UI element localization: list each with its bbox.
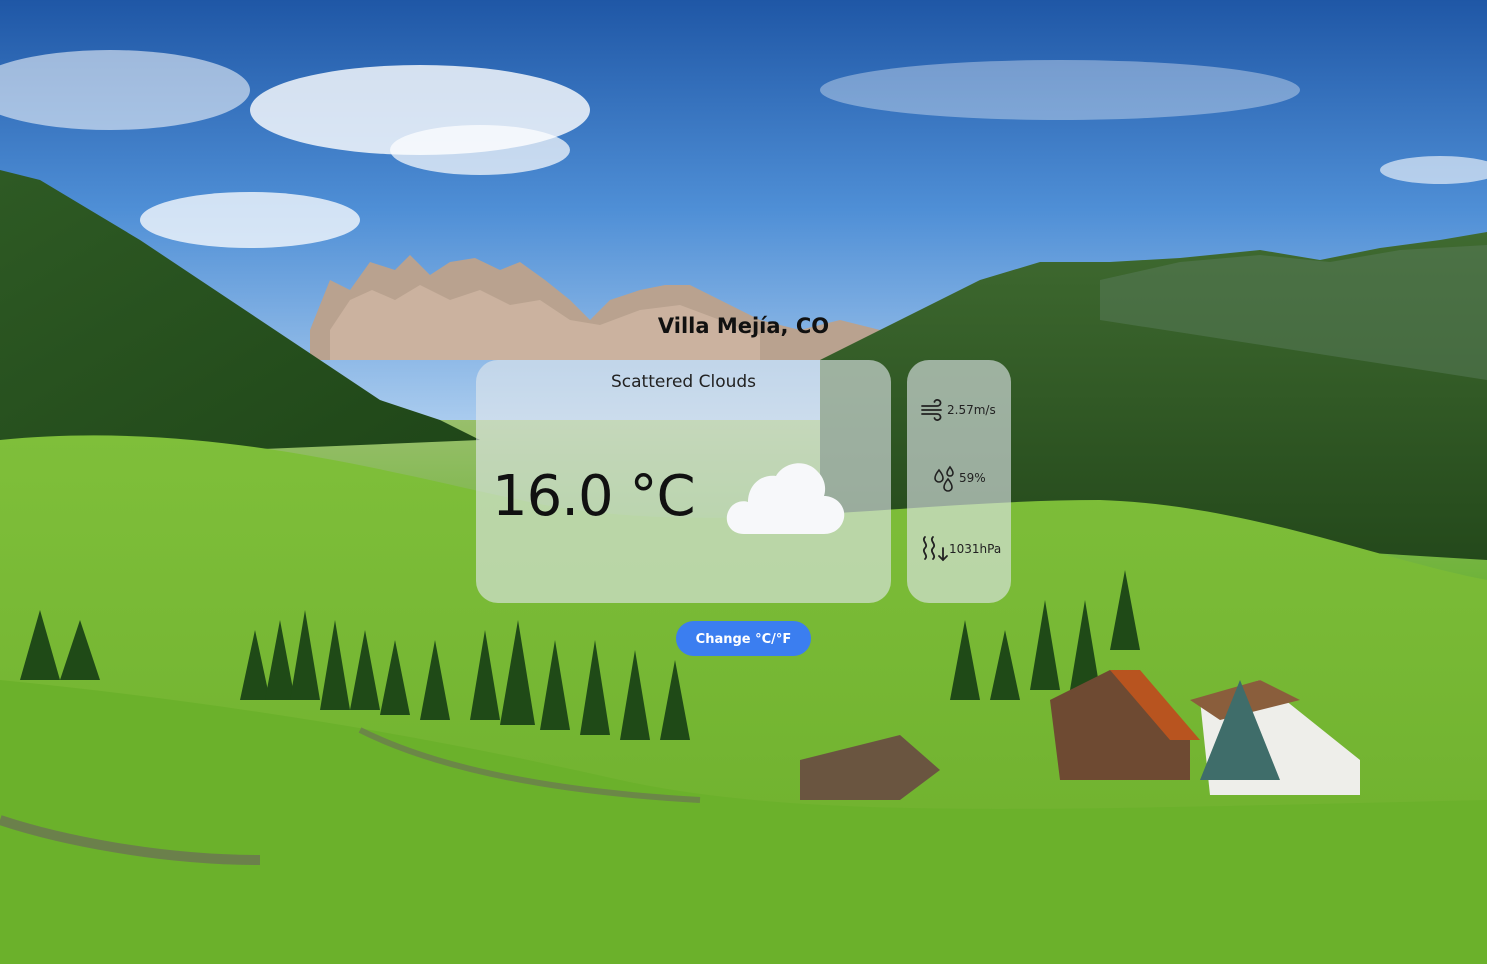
weather-description: Scattered Clouds xyxy=(610,372,757,392)
wind-stat: 2.57m/s xyxy=(919,396,996,424)
humidity-icon xyxy=(934,465,954,492)
humidity-stat: 59% xyxy=(931,464,986,492)
current-weather-card: Scattered Clouds 16.0 °C xyxy=(476,360,891,603)
toggle-units-button[interactable]: Change °C/°F xyxy=(676,621,811,656)
pressure-value: 1031hPa xyxy=(949,542,1002,556)
pressure-icon xyxy=(922,536,948,562)
pressure-stat: 1031hPa xyxy=(919,534,1001,564)
location-heading: Villa Mejía, CO xyxy=(0,314,1487,338)
city-name: Villa Mejía, CO xyxy=(657,314,830,338)
app-background: Villa Mejía, CO Scattered Clouds 16.0 °C… xyxy=(0,0,1487,964)
weather-details-card: 2.57m/s 59% 1031hPa xyxy=(907,360,1011,603)
cloud-icon xyxy=(726,463,845,534)
wind-speed: 2.57m/s xyxy=(947,403,996,417)
humidity-value: 59% xyxy=(959,471,986,485)
wind-icon xyxy=(921,399,942,421)
temperature-value: 16.0 °C xyxy=(492,464,696,529)
